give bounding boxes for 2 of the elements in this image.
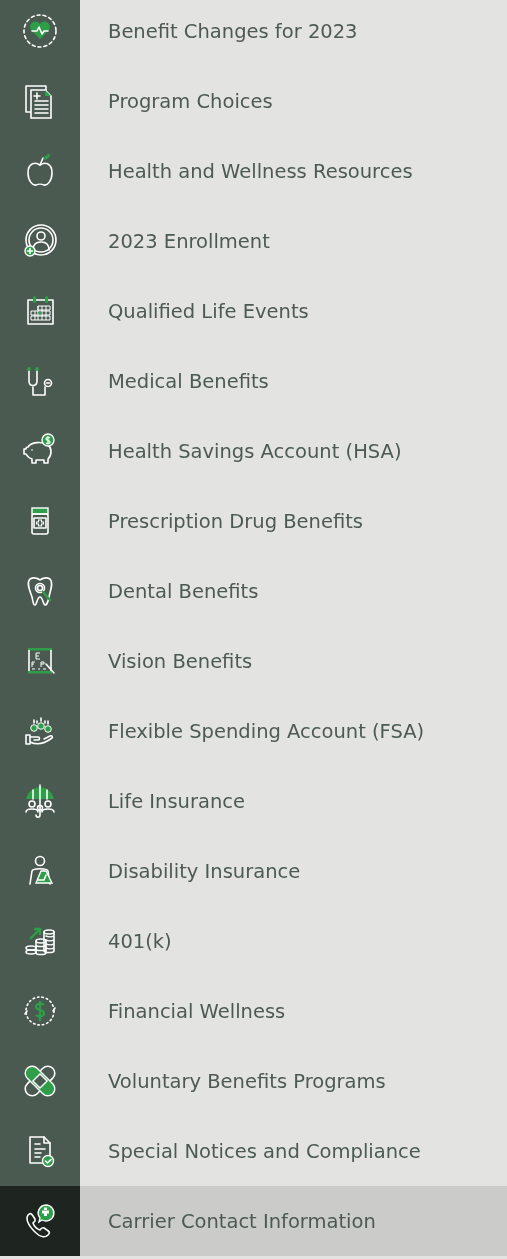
heart-cycle-icon bbox=[20, 11, 60, 51]
menu-item[interactable]: Carrier Contact Information bbox=[80, 1186, 507, 1256]
